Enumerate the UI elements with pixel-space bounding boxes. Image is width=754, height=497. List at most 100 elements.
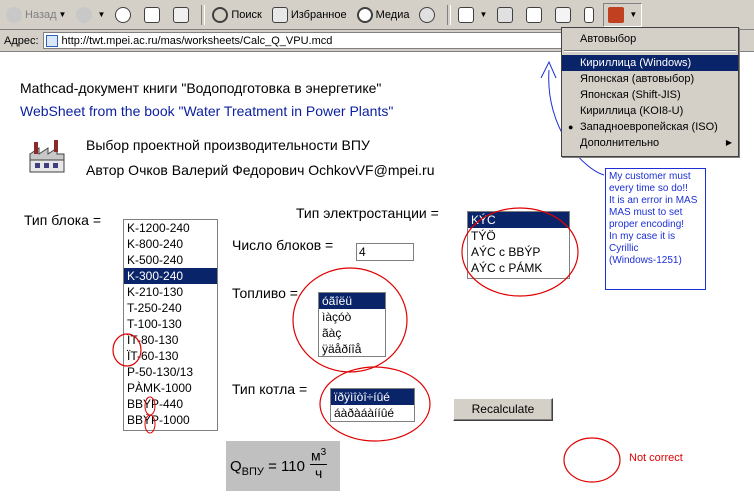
back-button[interactable]: Назад ▼	[2, 4, 70, 26]
media-button[interactable]: Медиа	[353, 4, 414, 26]
listbox-option[interactable]: ÏT-60-130	[124, 348, 217, 364]
chevron-down-icon[interactable]: ▼	[479, 10, 487, 19]
listbox-option[interactable]: PÀMK-1000	[124, 380, 217, 396]
discuss-icon	[555, 6, 572, 23]
empty-result-circle	[563, 437, 621, 483]
listbox-option[interactable]: ÿäåðíîå	[319, 341, 385, 356]
stop-icon	[115, 6, 132, 23]
refresh-icon	[144, 6, 161, 23]
favorites-icon	[271, 6, 288, 23]
stop-button[interactable]	[111, 4, 138, 26]
block-count-label: Число блоков =	[232, 237, 334, 253]
listbox-option[interactable]: ÏT-80-130	[124, 332, 217, 348]
listbox-option[interactable]: ïðÿìîòî÷íûé	[331, 389, 414, 405]
listbox-option[interactable]: T-250-240	[124, 300, 217, 316]
page-title-en: WebSheet from the book "Water Treatment …	[20, 103, 394, 119]
menu-item-western-iso[interactable]: ● Западноевропейская (ISO)	[562, 119, 738, 135]
mail-button[interactable]: ▼	[454, 4, 491, 26]
not-correct-label: Not correct	[629, 452, 683, 464]
block-type-listbox[interactable]: K-1200-240 K-800-240 K-500-240 K-300-240 K-2…	[123, 219, 218, 431]
back-label: Назад	[25, 8, 57, 21]
annotation-arrow-head	[540, 60, 557, 79]
media-label: Медиа	[375, 8, 410, 21]
forward-button[interactable]: ▼	[72, 4, 109, 26]
toolbar-divider	[201, 4, 206, 25]
result-unit: м3 ч	[310, 447, 328, 481]
chevron-down-icon[interactable]: ▼	[59, 10, 67, 19]
address-label: Адрес:	[4, 34, 39, 47]
search-button[interactable]: Поиск	[208, 4, 265, 26]
encoding-menu: Автовыбор Кириллица (Windows) Японская (…	[561, 27, 739, 157]
history-icon	[419, 6, 436, 23]
page-icon	[45, 34, 58, 47]
station-type-listbox[interactable]: KÝC TÝÖ AÝC c BBÝP AÝC c PÁMK	[467, 211, 570, 279]
submenu-arrow-icon: ▶	[725, 138, 732, 147]
boiler-type-listbox[interactable]: ïðÿìîòî÷íûé áàðàáàííûé	[330, 388, 415, 422]
mail-icon	[458, 6, 475, 23]
home-icon	[173, 6, 190, 23]
listbox-option[interactable]: AÝC c PÁMK	[468, 260, 569, 276]
browser-toolbar: Назад ▼ ▼ Поиск Избранное Медиа ▼ ▼	[0, 0, 754, 30]
listbox-option[interactable]: K-800-240	[124, 236, 217, 252]
print-icon	[497, 6, 514, 23]
listbox-option[interactable]: K-1200-240	[124, 220, 217, 236]
home-button[interactable]	[169, 4, 196, 26]
factory-icon	[29, 140, 65, 173]
media-icon	[356, 6, 373, 23]
back-arrow-icon	[6, 6, 22, 23]
listbox-option[interactable]: K-300-240	[124, 268, 217, 284]
listbox-option[interactable]: P-50-130/13	[124, 364, 217, 380]
menu-item-japanese-auto[interactable]: Японская (автовыбор)	[562, 71, 738, 87]
search-label: Поиск	[231, 8, 262, 21]
boiler-type-label: Тип котла =	[232, 381, 308, 397]
fuel-label: Топливо =	[232, 285, 298, 301]
station-type-label: Тип электростанции =	[296, 205, 439, 221]
address-url: http://twt.mpei.ac.ru/mas/worksheets/Cal…	[61, 34, 333, 47]
discuss-button[interactable]	[551, 4, 578, 26]
result-region: QВПУ = 110 м3 ч	[226, 441, 340, 491]
listbox-option[interactable]: áàðàáàííûé	[331, 405, 414, 421]
refresh-button[interactable]	[140, 4, 167, 26]
address-input[interactable]: http://twt.mpei.ac.ru/mas/worksheets/Cal…	[42, 32, 563, 49]
messenger-icon	[584, 6, 595, 23]
chevron-down-icon[interactable]: ▼	[97, 10, 105, 19]
listbox-option[interactable]: BBÝP-1000	[124, 412, 217, 428]
menu-separator	[564, 50, 736, 52]
favorites-label: Избранное	[290, 8, 347, 21]
encoding-icon	[608, 6, 625, 23]
block-count-input[interactable]	[356, 243, 414, 261]
menu-item-cyrillic-windows[interactable]: Кириллица (Windows)	[562, 55, 738, 71]
block-type-label: Тип блока =	[24, 212, 102, 228]
listbox-option[interactable]: ìàçóò	[319, 309, 385, 325]
recalculate-button[interactable]: Recalculate	[453, 398, 553, 421]
fuel-listbox[interactable]: óãîëü ìàçóò ãàç ÿäåðíîå	[318, 292, 386, 357]
edit-button[interactable]	[522, 4, 549, 26]
project-title: Выбор проектной производительности ВПУ	[86, 137, 370, 153]
menu-item-more[interactable]: Дополнительно ▶	[562, 135, 738, 151]
menu-item-auto[interactable]: Автовыбор	[562, 31, 738, 47]
edit-icon	[526, 6, 543, 23]
listbox-option[interactable]: BBÝP-440	[124, 396, 217, 412]
radio-bullet-icon: ●	[568, 122, 574, 132]
history-button[interactable]	[415, 4, 442, 26]
listbox-option[interactable]: T-100-130	[124, 316, 217, 332]
listbox-option[interactable]: óãîëü	[319, 293, 385, 309]
encoding-button[interactable]: ▼	[603, 2, 643, 27]
listbox-option[interactable]: AÝC c BBÝP	[468, 244, 569, 260]
favorites-button[interactable]: Избранное	[268, 4, 351, 26]
toolbar-divider	[447, 4, 452, 25]
annotation-note: My customer must every time so do!! It i…	[605, 168, 706, 290]
print-button[interactable]	[493, 4, 520, 26]
menu-item-cyrillic-koi8u[interactable]: Кириллица (KOI8-U)	[562, 103, 738, 119]
chevron-down-icon[interactable]: ▼	[629, 10, 637, 19]
listbox-option[interactable]: K-210-130	[124, 284, 217, 300]
menu-item-japanese-shift-jis[interactable]: Японская (Shift-JIS)	[562, 87, 738, 103]
result-expression: QВПУ = 110	[230, 458, 305, 478]
forward-arrow-icon	[76, 6, 93, 23]
listbox-option[interactable]: TÝÖ	[468, 228, 569, 244]
listbox-option[interactable]: ãàç	[319, 325, 385, 341]
messenger-button[interactable]	[580, 4, 601, 26]
page-title-ru: Mathcad-документ книги "Водоподготовка в…	[20, 80, 382, 96]
listbox-option[interactable]: KÝC	[468, 212, 569, 228]
listbox-option[interactable]: K-500-240	[124, 252, 217, 268]
